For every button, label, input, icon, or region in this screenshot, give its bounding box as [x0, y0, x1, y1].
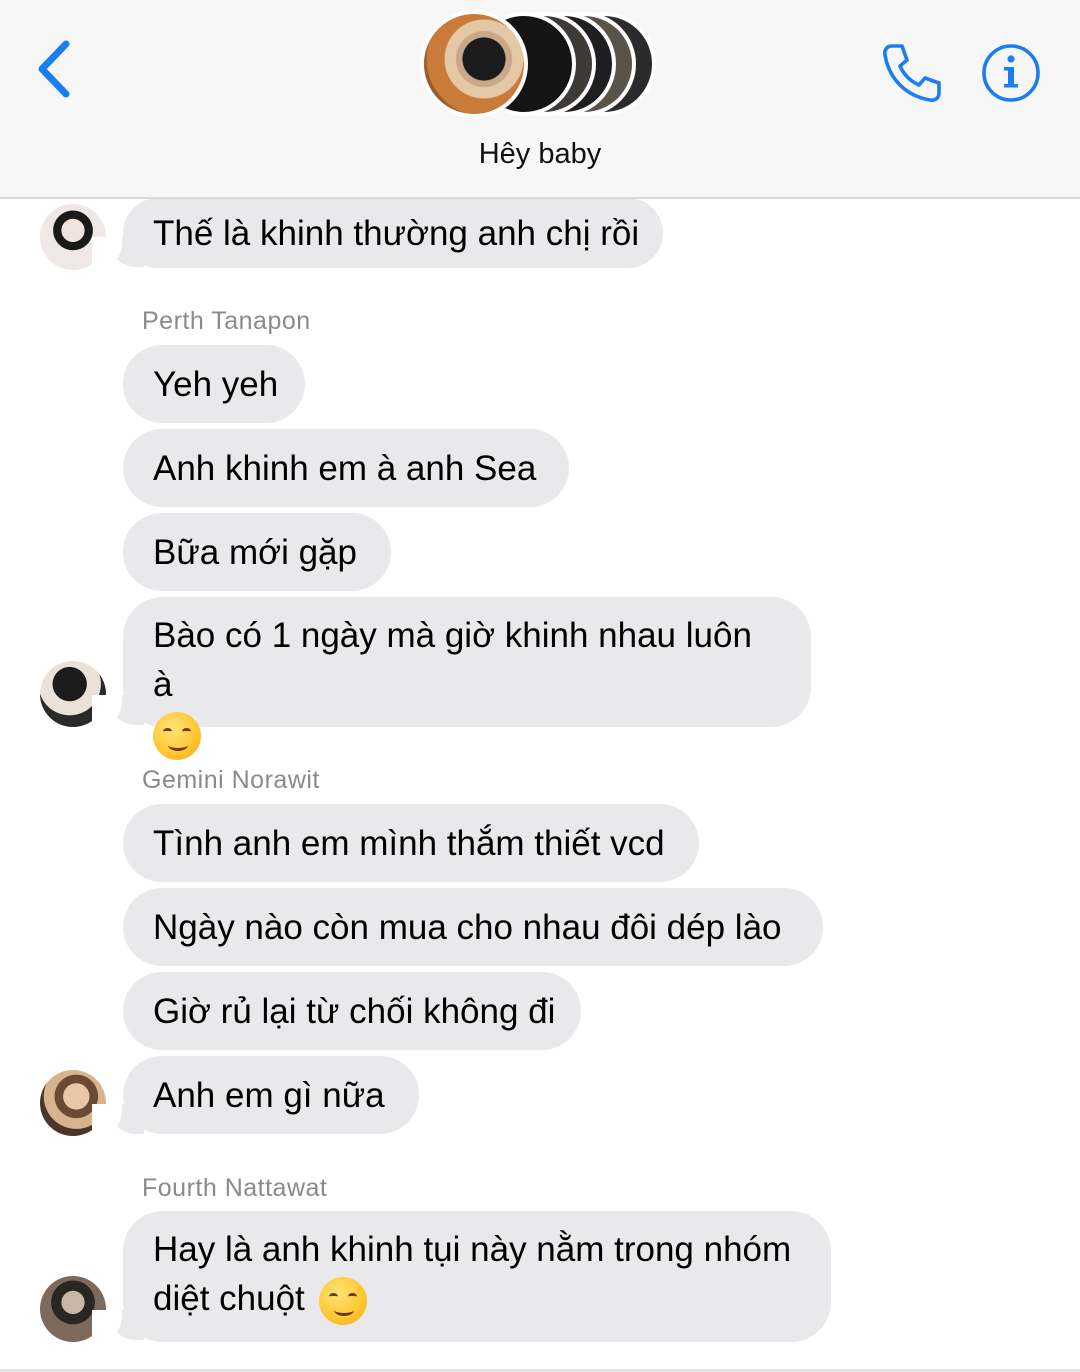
- sender-name: Perth Tanapon: [142, 307, 311, 335]
- group-avatar-stack[interactable]: [420, 8, 670, 124]
- message-bubble[interactable]: Tình anh em mình thắm thiết vcd: [123, 804, 699, 882]
- phone-icon: [883, 44, 941, 102]
- message-text: Hay là anh khinh tụi này nằm trong nhóm: [153, 1230, 792, 1269]
- group-title[interactable]: Hêy baby: [0, 138, 1080, 171]
- chat-header: Hêy baby: [0, 0, 1080, 199]
- member-avatar-main: [420, 10, 528, 118]
- message-bubble[interactable]: Anh khinh em à anh Sea: [123, 429, 569, 507]
- message-text: diệt chuột: [153, 1279, 305, 1318]
- info-button[interactable]: [980, 42, 1042, 104]
- message-bubble[interactable]: Bào có 1 ngày mà giờ khinh nhau luôn à: [123, 597, 811, 760]
- message-bubble[interactable]: Yeh yeh: [123, 345, 305, 423]
- message-bubble[interactable]: Giờ rủ lại từ chối không đi: [123, 972, 581, 1050]
- info-icon: [982, 44, 1040, 102]
- message-bubble[interactable]: Bữa mới gặp: [123, 513, 391, 591]
- bubble-tail-cut: [92, 695, 122, 729]
- smirking-face-emoji: [318, 1276, 367, 1325]
- back-button[interactable]: [30, 36, 82, 102]
- bubble-tail-cut: [92, 1310, 122, 1344]
- call-button[interactable]: [878, 40, 944, 106]
- message-text: Bào có 1 ngày mà giờ khinh nhau luôn à: [153, 616, 752, 704]
- smirking-face-emoji: [153, 711, 201, 760]
- message-bubble[interactable]: Anh em gì nữa: [123, 1056, 419, 1134]
- message-bubble[interactable]: Hay là anh khinh tụi này nằm trong nhóm …: [123, 1211, 831, 1342]
- sender-name: Gemini Norawit: [142, 766, 320, 794]
- bubble-tail-cut: [92, 237, 122, 271]
- message-list[interactable]: Thế là khinh thường anh chị rồi Perth Ta…: [0, 199, 1080, 1372]
- message-bubble[interactable]: Thế là khinh thường anh chị rồi: [123, 199, 663, 268]
- chevron-left-icon: [38, 40, 70, 98]
- sender-name: Fourth Nattawat: [142, 1174, 328, 1202]
- bubble-tail-cut: [92, 1104, 122, 1138]
- message-bubble[interactable]: Ngày nào còn mua cho nhau đôi dép lào: [123, 888, 823, 966]
